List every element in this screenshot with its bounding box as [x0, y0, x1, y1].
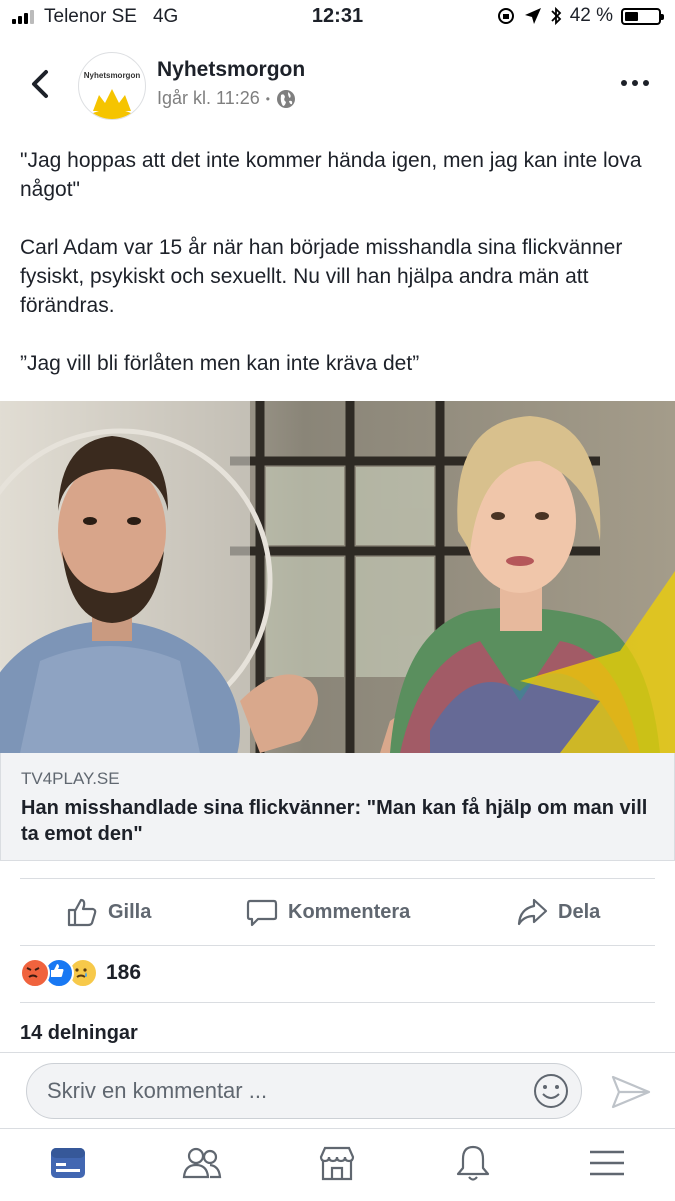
location-icon: [524, 8, 541, 24]
post-paragraph: "Jag hoppas att det inte kommer hända ig…: [20, 149, 642, 201]
battery-percent: 42 %: [569, 5, 613, 26]
page-avatar[interactable]: Nyhetsmorgon: [78, 52, 146, 120]
rotation-lock-icon: [497, 8, 514, 24]
marketplace-icon[interactable]: [317, 1143, 357, 1183]
comment-label: Kommentera: [288, 900, 411, 923]
like-label: Gilla: [108, 900, 152, 923]
link-domain: TV4PLAY.SE: [21, 769, 120, 788]
globe-icon: [276, 89, 295, 108]
share-label: Dela: [558, 900, 601, 923]
share-count[interactable]: 14 delningar: [20, 1022, 138, 1045]
comment-composer: Skriv en kommentar ...: [0, 1052, 675, 1129]
status-bar: Telenor SE 4G 12:31 42 %: [0, 0, 675, 34]
comment-bubble-icon: [246, 899, 278, 927]
news-feed-icon[interactable]: [48, 1143, 88, 1183]
menu-icon[interactable]: [587, 1143, 627, 1183]
share-arrow-icon: [517, 898, 548, 926]
send-icon[interactable]: [611, 1075, 651, 1109]
like-button[interactable]: Gilla: [66, 879, 151, 945]
post-message: "Jag hoppas att det inte kommer hända ig…: [20, 146, 650, 407]
link-preview-card[interactable]: TV4PLAY.SE Han misshandlade sina flickvä…: [0, 753, 675, 861]
meta-separator: •: [265, 91, 270, 106]
reaction-count: 186: [106, 961, 142, 984]
sun-logo-icon: [89, 89, 135, 119]
notifications-icon[interactable]: [453, 1143, 493, 1183]
bluetooth-icon: [551, 6, 561, 26]
friends-icon[interactable]: [182, 1143, 222, 1183]
thumbs-up-icon: [67, 898, 97, 927]
bottom-tab-bar: [0, 1128, 675, 1201]
emoji-icon[interactable]: [533, 1073, 569, 1109]
reactions-summary[interactable]: 186: [20, 944, 655, 1003]
back-chevron-icon[interactable]: [26, 64, 56, 104]
comment-input[interactable]: Skriv en kommentar ...: [26, 1063, 582, 1119]
page-name[interactable]: Nyhetsmorgon: [157, 58, 305, 82]
comment-button[interactable]: Kommentera: [246, 879, 410, 945]
link-title: Han misshandlade sina flickvänner: "Man …: [21, 797, 648, 845]
post-timestamp[interactable]: Igår kl. 11:26: [157, 88, 260, 109]
more-options-icon[interactable]: [621, 80, 649, 86]
link-preview-image[interactable]: [0, 401, 675, 753]
post-paragraph: ”Jag vill bli förlåten men kan inte kräv…: [20, 352, 420, 375]
tv-studio-photo: [0, 401, 675, 753]
comment-placeholder: Skriv en kommentar ...: [47, 1078, 268, 1103]
angry-reaction-icon: [20, 958, 50, 988]
battery-icon: [621, 7, 664, 25]
post-paragraph: Carl Adam var 15 år när han började miss…: [20, 236, 623, 317]
post-header: Nyhetsmorgon Nyhetsmorgon Igår kl. 11:26…: [0, 44, 675, 132]
share-button[interactable]: Dela: [516, 879, 600, 945]
post-actions-bar: Gilla Kommentera Dela: [20, 878, 655, 946]
